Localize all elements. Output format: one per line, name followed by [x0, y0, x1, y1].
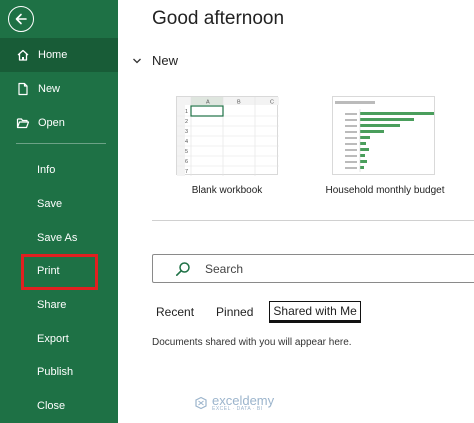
search-box[interactable]: Search [152, 254, 474, 283]
sidebar-item-close[interactable]: Close [0, 391, 118, 421]
page-title: Good afternoon [152, 8, 285, 29]
sidebar-item-label: Info [37, 164, 56, 176]
section-title: New [152, 53, 179, 68]
blank-workbook-thumbnail: A B C 1 2 3 4 5 6 7 [177, 97, 279, 176]
sidebar-item-label: Open [38, 117, 65, 129]
exceldemy-logo-icon [195, 396, 207, 410]
svg-text:4: 4 [185, 139, 188, 145]
sidebar-item-label: Close [37, 400, 66, 412]
svg-text:6: 6 [185, 159, 188, 165]
backstage-sidebar: Home New Open Info Save Save As Print Sh… [0, 0, 118, 423]
svg-text:B: B [237, 100, 241, 106]
sidebar-item-label: Publish [37, 366, 74, 378]
sidebar-item-export[interactable]: Export [0, 324, 118, 354]
new-section-toggle[interactable]: New [132, 53, 178, 68]
arrow-left-icon [15, 13, 27, 25]
watermark-tagline: EXCEL · DATA · BI [212, 406, 263, 412]
sidebar-item-home[interactable]: Home [0, 40, 118, 70]
file-tabs: Recent Pinned Shared with Me [152, 301, 383, 323]
sidebar-item-save[interactable]: Save [0, 189, 118, 219]
sidebar-item-new[interactable]: New [0, 74, 118, 104]
sidebar-item-share[interactable]: Share [0, 290, 118, 320]
sidebar-item-label: Save [37, 198, 63, 210]
sidebar-item-open[interactable]: Open [0, 108, 118, 138]
sidebar-item-publish[interactable]: Publish [0, 357, 118, 387]
open-folder-icon [16, 116, 30, 130]
template-blank-workbook[interactable]: A B C 1 2 3 4 5 6 7 [176, 96, 279, 176]
sidebar-item-info[interactable]: Info [0, 155, 118, 185]
template-label[interactable]: Blank workbook [176, 185, 278, 196]
svg-text:1: 1 [185, 109, 188, 115]
svg-text:A: A [206, 100, 210, 106]
new-file-icon [16, 82, 30, 96]
sidebar-item-label: Home [38, 49, 68, 61]
chevron-down-icon [133, 58, 141, 63]
svg-text:3: 3 [185, 129, 188, 135]
watermark: exceldemy EXCEL · DATA · BI [194, 394, 274, 412]
search-placeholder: Search [205, 261, 244, 276]
section-divider [152, 220, 474, 221]
tab-shared-with-me[interactable]: Shared with Me [269, 301, 361, 323]
template-household-budget[interactable] [332, 96, 435, 175]
sidebar-item-label: New [38, 83, 61, 95]
sidebar-divider [16, 143, 106, 144]
tab-pinned[interactable]: Pinned [216, 301, 253, 323]
sidebar-item-save-as[interactable]: Save As [0, 223, 118, 253]
empty-state-message: Documents shared with you will appear he… [152, 337, 352, 348]
svg-text:5: 5 [185, 149, 188, 155]
sidebar-item-label: Share [37, 299, 67, 311]
print-highlight-box [21, 254, 98, 290]
svg-text:7: 7 [185, 169, 188, 175]
tab-recent[interactable]: Recent [156, 301, 194, 323]
back-button[interactable] [8, 6, 34, 32]
template-label[interactable]: Household monthly budget [310, 185, 460, 196]
sidebar-item-label: Save As [37, 232, 78, 244]
home-icon [16, 48, 30, 62]
svg-text:C: C [270, 100, 274, 106]
svg-text:2: 2 [185, 119, 188, 125]
search-icon [176, 261, 190, 276]
sidebar-item-label: Export [37, 333, 69, 345]
budget-chart-thumbnail [335, 101, 434, 172]
